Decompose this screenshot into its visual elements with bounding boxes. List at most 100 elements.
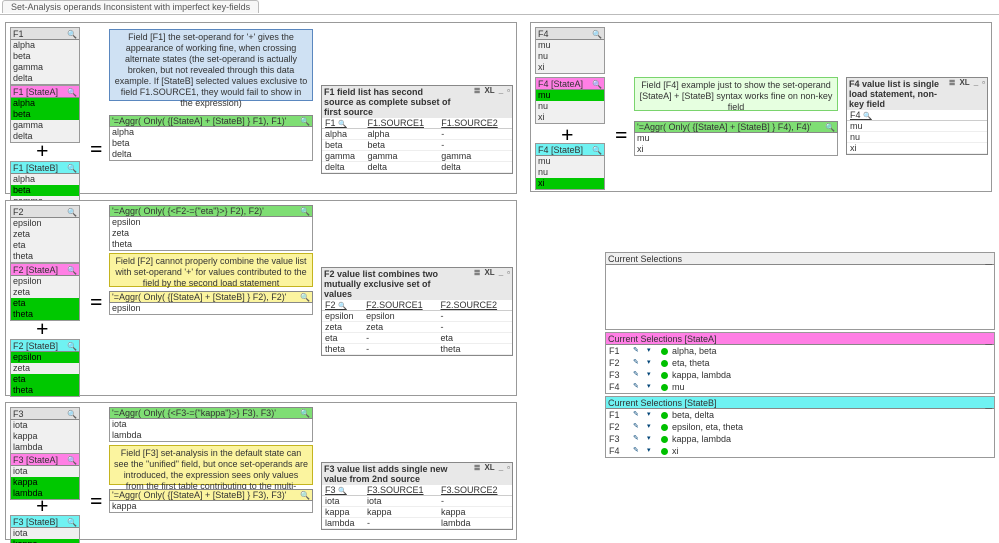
col-header[interactable]: F3.SOURCE1 [364, 485, 438, 496]
list-item[interactable]: alpha [11, 40, 79, 51]
list-item[interactable]: zeta [11, 363, 79, 374]
list-item[interactable]: iota [110, 419, 312, 430]
listbox-f2-stateb[interactable]: F2 [StateB] epsilonzetaetatheta [10, 339, 80, 397]
search-icon[interactable] [67, 207, 77, 217]
col-header[interactable]: F1.SOURCE1 [364, 118, 438, 129]
selection-row[interactable]: F4✎▾xi [606, 445, 994, 457]
search-icon[interactable] [67, 517, 77, 527]
dropdown-icon[interactable]: ▾ [647, 371, 657, 379]
col-header[interactable]: F2 [322, 300, 363, 311]
table-f4[interactable]: F4 value list is single load statement, … [846, 77, 988, 155]
clear-icon[interactable]: ✎ [633, 435, 643, 443]
minimize-icon[interactable]: _ [499, 464, 503, 472]
list-item[interactable]: eta [11, 374, 79, 385]
listbox-f1-statea[interactable]: F1 [StateA] alphabetagammadelta [10, 85, 80, 143]
list-item[interactable]: kappa [11, 431, 79, 442]
maximize-icon[interactable]: ▫ [507, 464, 510, 472]
current-selections-stateb[interactable]: Current Selections [StateB]_ F1✎▾beta, d… [605, 396, 995, 458]
col-header[interactable]: F3.SOURCE2 [438, 485, 512, 496]
expr-f3-states[interactable]: '=Aggr( Only( {[StateA] + [StateB] } F3)… [109, 489, 313, 501]
list-item[interactable]: xi [635, 144, 837, 155]
search-icon[interactable] [338, 485, 347, 495]
table-row[interactable]: lambda-lambda [322, 518, 512, 529]
export-xl-icon[interactable]: XL [959, 79, 969, 87]
maximize-icon[interactable]: ▫ [982, 79, 985, 87]
expr-f4[interactable]: '=Aggr( Only( {[StateA] + [StateB] } F4)… [634, 121, 838, 133]
listbox-f4-statea[interactable]: F4 [StateA] munuxi [535, 77, 605, 124]
expr-f1[interactable]: '=Aggr( Only( {[StateA] + [StateB] } F1)… [109, 115, 313, 127]
table-row[interactable]: zetazeta- [322, 322, 512, 333]
search-icon[interactable] [592, 29, 602, 39]
list-item[interactable]: eta [11, 240, 79, 251]
search-icon[interactable] [300, 116, 310, 126]
listbox-f2[interactable]: F2 epsilon zeta eta theta [10, 205, 80, 263]
minimize-icon[interactable]: _ [985, 335, 992, 343]
selection-row[interactable]: F3✎▾kappa, lambda [606, 369, 994, 381]
dropdown-icon[interactable]: ▾ [647, 359, 657, 367]
maximize-icon[interactable]: ▫ [507, 269, 510, 277]
list-item[interactable]: beta [11, 51, 79, 62]
minimize-icon[interactable]: _ [985, 399, 992, 407]
expr-f3-default[interactable]: '=Aggr( Only( {<F3-={"kappa"}>} F3), F3)… [109, 407, 313, 419]
list-item[interactable]: theta [11, 385, 79, 396]
list-item[interactable]: nu [536, 51, 604, 62]
minimize-icon[interactable]: _ [499, 269, 503, 277]
table-row[interactable]: gammagammagamma [322, 151, 512, 162]
search-icon[interactable] [592, 145, 602, 155]
clear-icon[interactable]: ✎ [633, 347, 643, 355]
table-row[interactable]: kappakappakappa [322, 507, 512, 518]
list-item[interactable]: zeta [110, 228, 312, 239]
search-icon[interactable] [67, 87, 77, 97]
clear-icon[interactable]: ✎ [633, 447, 643, 455]
clear-icon[interactable]: ✎ [633, 411, 643, 419]
listbox-f1[interactable]: F1 alpha beta gamma delta [10, 27, 80, 85]
selection-row[interactable]: F2✎▾eta, theta [606, 357, 994, 369]
selection-row[interactable]: F1✎▾beta, delta [606, 409, 994, 421]
table-row[interactable]: epsilonepsilon- [322, 311, 512, 322]
list-item[interactable]: iota [11, 466, 79, 477]
table-row[interactable]: deltadeltadelta [322, 162, 512, 173]
list-item[interactable]: beta [110, 138, 312, 149]
table-row[interactable]: mu [847, 121, 987, 132]
list-item[interactable]: epsilon [110, 303, 312, 314]
col-header[interactable]: F2.SOURCE1 [363, 300, 437, 311]
search-icon[interactable] [863, 110, 872, 120]
table-row[interactable]: nu [847, 132, 987, 143]
minimize-icon[interactable]: _ [499, 87, 503, 95]
table-icon[interactable]: ≣ [949, 79, 956, 87]
dropdown-icon[interactable]: ▾ [647, 435, 657, 443]
list-item[interactable]: kappa [11, 539, 79, 543]
current-selections-statea[interactable]: Current Selections [StateA]_ F1✎▾alpha, … [605, 332, 995, 394]
clear-icon[interactable]: ✎ [633, 371, 643, 379]
dropdown-icon[interactable]: ▾ [647, 411, 657, 419]
list-item[interactable]: eta [11, 298, 79, 309]
list-item[interactable]: theta [110, 239, 312, 250]
listbox-f3-stateb[interactable]: F3 [StateB] iotakappalambda [10, 515, 80, 543]
list-item[interactable]: beta [11, 185, 79, 196]
list-item[interactable]: kappa [11, 477, 79, 488]
search-icon[interactable] [592, 79, 602, 89]
search-icon[interactable] [67, 341, 77, 351]
list-item[interactable]: epsilon [11, 218, 79, 229]
dropdown-icon[interactable]: ▾ [647, 447, 657, 455]
list-item[interactable]: beta [11, 109, 79, 120]
table-row[interactable]: xi [847, 143, 987, 154]
export-xl-icon[interactable]: XL [484, 269, 494, 277]
selection-row[interactable]: F2✎▾epsilon, eta, theta [606, 421, 994, 433]
list-item[interactable]: nu [536, 167, 604, 178]
table-f2[interactable]: F2 value list combines two mutually excl… [321, 267, 513, 356]
search-icon[interactable] [67, 409, 77, 419]
table-row[interactable]: betabeta- [322, 140, 512, 151]
search-icon[interactable] [67, 265, 77, 275]
clear-icon[interactable]: ✎ [633, 423, 643, 431]
expr-f2-states[interactable]: '=Aggr( Only( {[StateA] + [StateB] } F2)… [109, 291, 313, 303]
current-selections-default[interactable]: Current Selections_ [605, 252, 995, 330]
search-icon[interactable] [825, 122, 835, 132]
clear-icon[interactable]: ✎ [633, 359, 643, 367]
table-row[interactable]: iotaiota- [322, 496, 512, 507]
search-icon[interactable] [67, 29, 77, 39]
table-icon[interactable]: ≣ [474, 464, 481, 472]
selection-row[interactable]: F3✎▾kappa, lambda [606, 433, 994, 445]
table-f3[interactable]: F3 value list adds single new value from… [321, 462, 513, 530]
search-icon[interactable] [300, 292, 310, 302]
